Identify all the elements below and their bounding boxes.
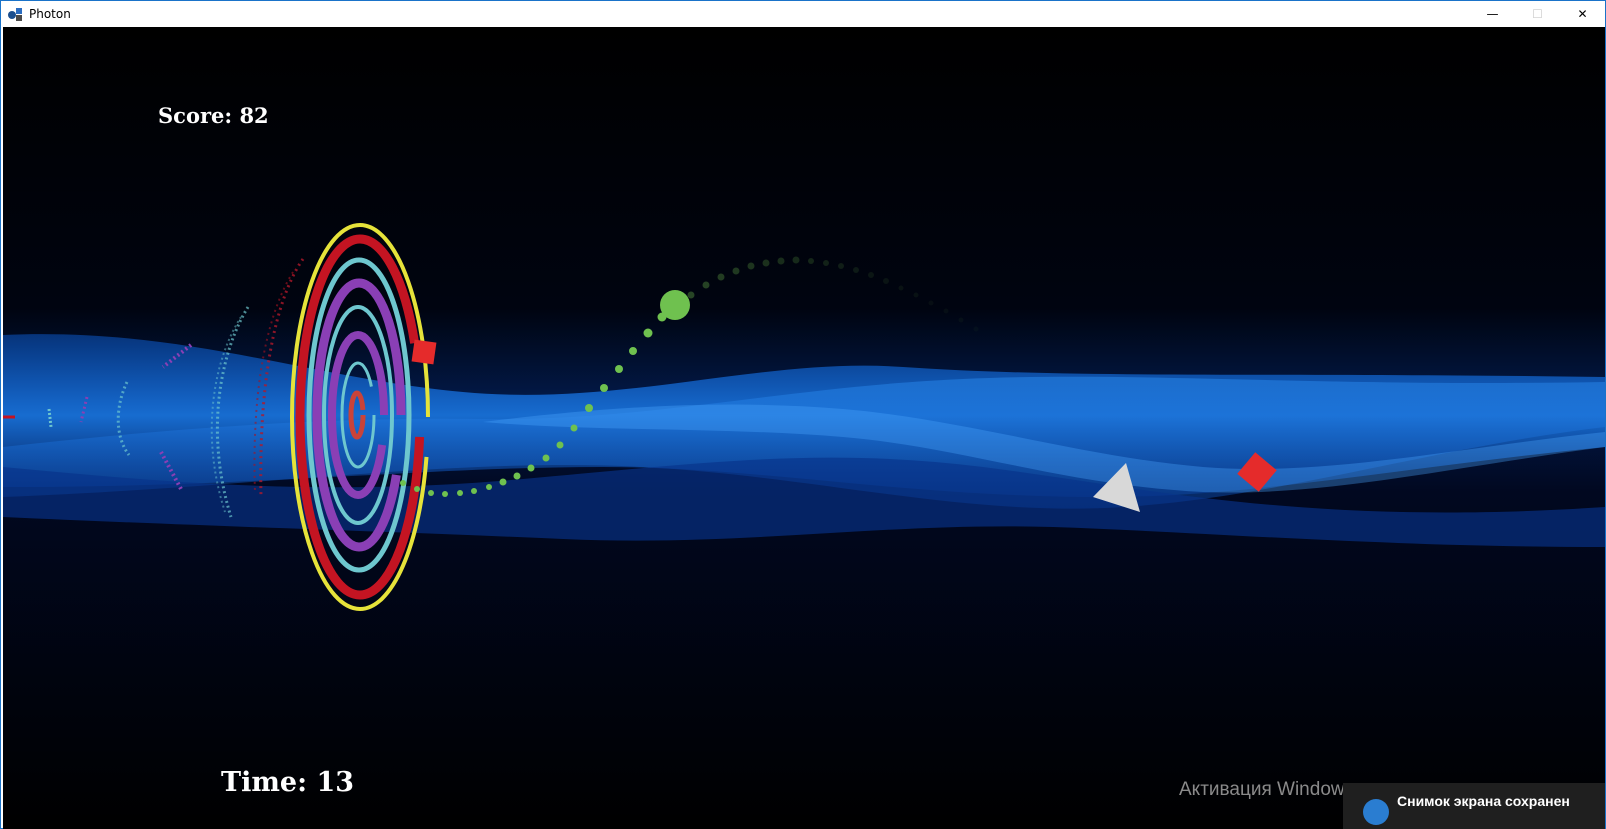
maximize-button[interactable]: ☐ <box>1515 1 1560 26</box>
window-controls: — ☐ ✕ <box>1470 1 1605 26</box>
app-window: Photon — ☐ ✕ Score: 82 Time: 13 Активаци… <box>0 0 1606 829</box>
photon-logo-icon <box>8 7 22 21</box>
windows-activation-watermark: Активация Windows <box>1179 779 1355 800</box>
close-icon: ✕ <box>1577 6 1588 21</box>
minimize-icon: — <box>1486 6 1499 21</box>
title-bar[interactable]: Photon — ☐ ✕ <box>1 1 1605 26</box>
time-display: Time: 13 <box>221 767 355 798</box>
cloud-icon <box>1363 799 1389 825</box>
toast-label: Снимок экрана сохранен <box>1397 793 1570 809</box>
green-ball-icon <box>660 290 690 320</box>
window-title: Photon <box>29 6 71 21</box>
game-canvas[interactable]: Score: 82 Time: 13 Активация Windows Сни… <box>3 27 1605 829</box>
score-display: Score: 82 <box>158 103 269 128</box>
maximize-icon: ☐ <box>1532 6 1543 21</box>
red-square-icon <box>411 339 437 365</box>
game-scene <box>3 27 1605 829</box>
screenshot-toast[interactable]: Снимок экрана сохранен <box>1343 783 1605 829</box>
minimize-button[interactable]: — <box>1470 1 1515 26</box>
close-button[interactable]: ✕ <box>1560 1 1605 26</box>
